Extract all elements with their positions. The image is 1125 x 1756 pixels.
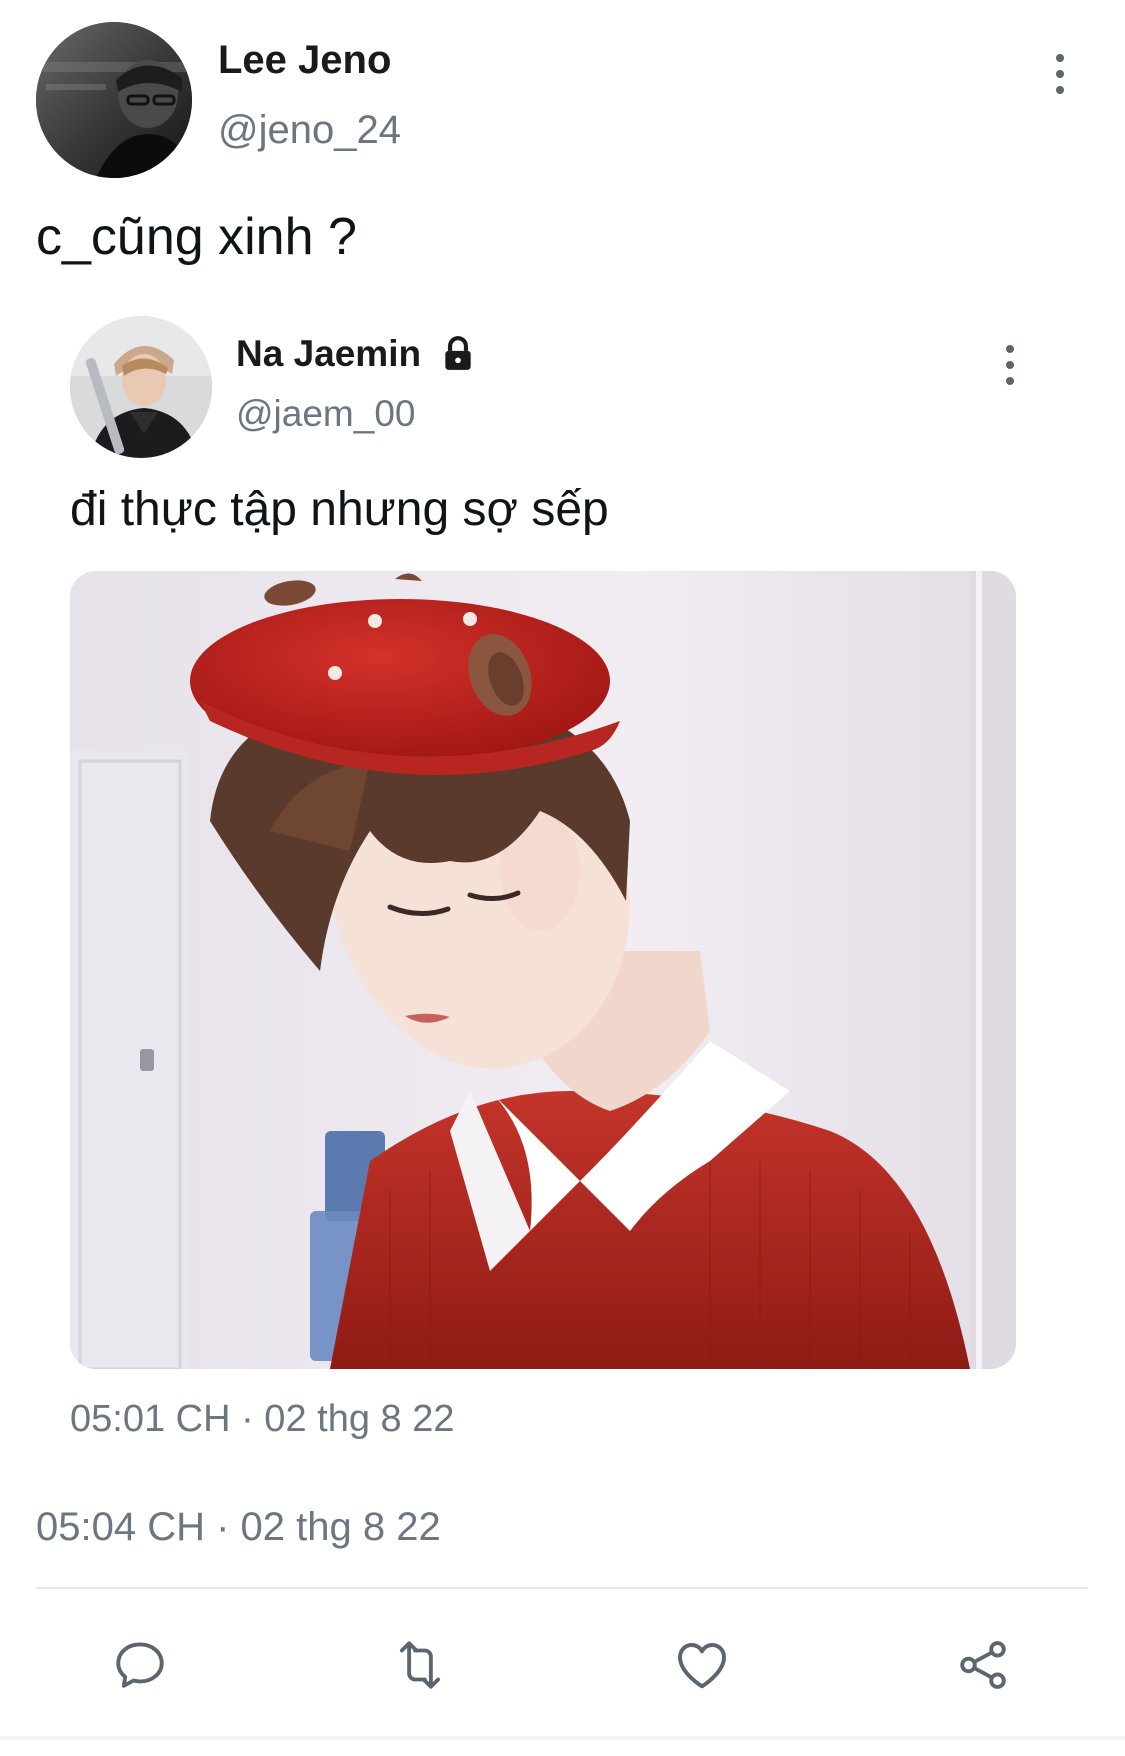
quoted-author-avatar[interactable]: [70, 316, 212, 458]
quoted-more-options-button[interactable]: [990, 343, 1030, 393]
retweet-button[interactable]: [385, 1630, 455, 1700]
photo-person-red-beret: [70, 571, 1016, 1369]
tweet-text: c_cũng xinh ?: [36, 208, 357, 266]
lock-icon: [445, 336, 471, 370]
more-vertical-icon: [1040, 52, 1080, 94]
like-icon: [678, 1643, 726, 1689]
bottom-divider: [0, 1736, 1125, 1740]
author-name[interactable]: Lee Jeno: [218, 38, 391, 83]
avatar-photo: [36, 22, 192, 178]
quoted-author-name[interactable]: Na Jaemin: [236, 333, 421, 375]
quoted-tweet-timestamp: 05:01 CH · 02 thg 8 22: [70, 1398, 455, 1440]
author-avatar[interactable]: [36, 22, 192, 178]
action-bar: [0, 1620, 1125, 1712]
retweet-icon: [399, 1641, 441, 1689]
divider: [36, 1587, 1088, 1589]
tweet-timestamp: 05:04 CH · 02 thg 8 22: [36, 1505, 441, 1549]
quoted-author-row[interactable]: Na Jaemin: [236, 333, 477, 375]
avatar-photo: [70, 316, 212, 458]
quoted-media-photo[interactable]: [70, 571, 1016, 1369]
quoted-tweet-text: đi thực tập nhưng sợ sếp: [70, 483, 609, 536]
like-button[interactable]: [667, 1630, 737, 1700]
quoted-author-handle[interactable]: @jaem_00: [236, 393, 416, 435]
more-options-button[interactable]: [1040, 52, 1080, 102]
share-button[interactable]: [948, 1630, 1018, 1700]
reply-button[interactable]: [105, 1630, 175, 1700]
share-icon: [960, 1641, 1006, 1689]
author-handle[interactable]: @jeno_24: [218, 108, 401, 153]
more-vertical-icon: [990, 343, 1030, 385]
reply-icon: [116, 1642, 164, 1688]
